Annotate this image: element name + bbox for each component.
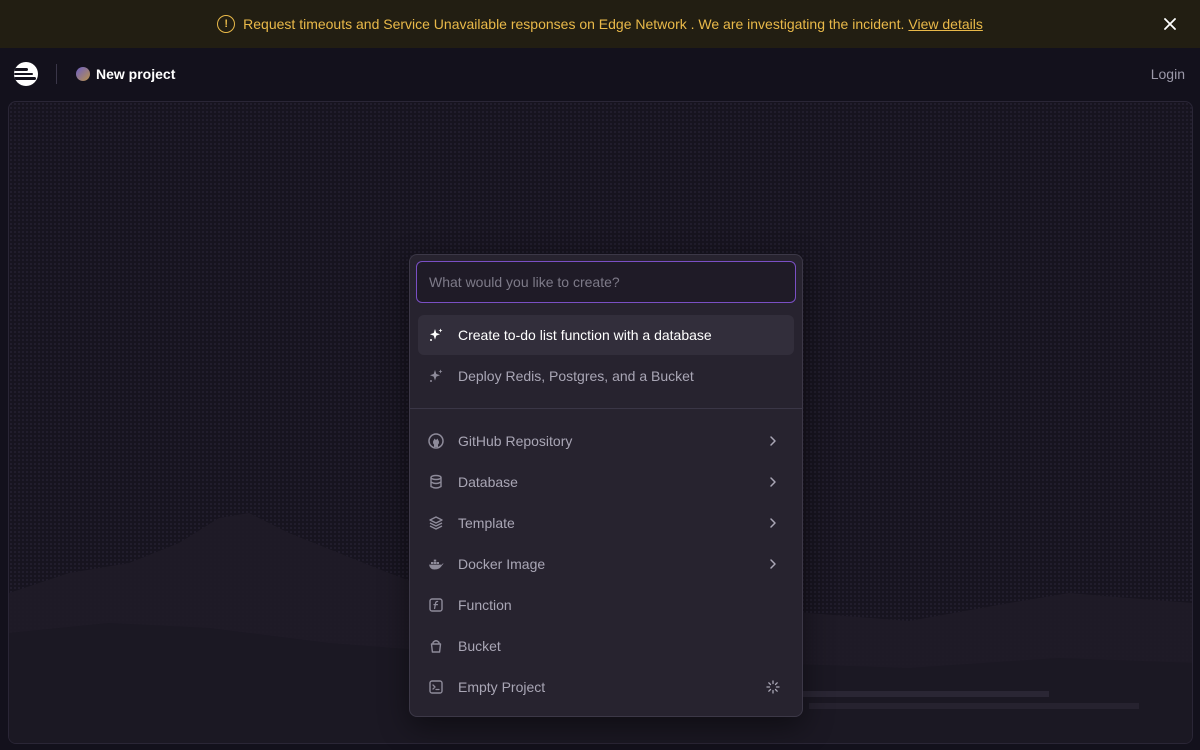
chevron-right-icon (770, 477, 776, 487)
suggestion-label: Create to-do list function with a databa… (458, 327, 712, 343)
layers-icon (428, 515, 444, 531)
close-icon[interactable] (1160, 14, 1180, 34)
suggestion-todo-function[interactable]: Create to-do list function with a databa… (418, 315, 794, 355)
option-label: Docker Image (458, 556, 546, 572)
option-function[interactable]: Function (418, 585, 794, 625)
option-label: Empty Project (458, 679, 546, 695)
sparkle-icon (428, 368, 444, 384)
chevron-right-icon (770, 518, 776, 528)
create-search-input[interactable] (429, 274, 783, 290)
header-divider (56, 64, 57, 84)
option-docker-image[interactable]: Docker Image (418, 544, 794, 584)
function-icon (428, 597, 444, 613)
create-search-field[interactable] (416, 261, 796, 303)
palette-divider (410, 408, 802, 409)
alert-circle-icon: ! (217, 15, 236, 33)
option-label: Database (458, 474, 518, 490)
create-command-palette: Create to-do list function with a databa… (409, 254, 803, 717)
project-switcher[interactable]: New project (76, 66, 175, 82)
sparkle-icon (428, 327, 444, 343)
logo-icon[interactable] (14, 62, 38, 86)
option-bucket[interactable]: Bucket (418, 626, 794, 666)
option-template[interactable]: Template (418, 503, 794, 543)
docker-icon (428, 556, 444, 572)
login-link[interactable]: Login (1151, 66, 1185, 82)
option-label: Bucket (458, 638, 501, 654)
option-database[interactable]: Database (418, 462, 794, 502)
option-label: Function (458, 597, 512, 613)
project-name: New project (96, 66, 176, 82)
suggestion-label: Deploy Redis, Postgres, and a Bucket (458, 368, 694, 384)
incident-banner: ! Request timeouts and Service Unavailab… (0, 0, 1200, 48)
github-icon (428, 433, 444, 449)
view-details-link[interactable]: View details (908, 16, 982, 32)
suggestion-deploy-redis-postgres[interactable]: Deploy Redis, Postgres, and a Bucket (418, 356, 794, 396)
bucket-icon (428, 638, 444, 654)
loading-spinner-icon (766, 680, 780, 694)
option-label: GitHub Repository (458, 433, 573, 449)
chevron-right-icon (770, 436, 776, 446)
project-avatar (76, 67, 90, 81)
chevron-right-icon (770, 559, 776, 569)
option-empty-project[interactable]: Empty Project (418, 667, 794, 707)
banner-message: Request timeouts and Service Unavailable… (243, 16, 905, 32)
terminal-icon (428, 679, 444, 695)
database-icon (428, 474, 444, 490)
top-bar: New project Login (0, 48, 1200, 100)
option-label: Template (458, 515, 515, 531)
option-github-repository[interactable]: GitHub Repository (418, 421, 794, 461)
